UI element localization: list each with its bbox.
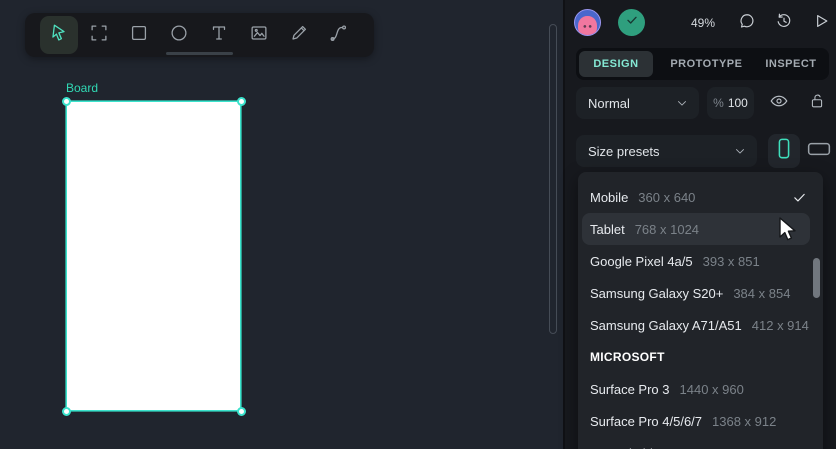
size-presets-select[interactable]: Size presets — [576, 135, 757, 167]
visibility-toggle[interactable] — [767, 91, 791, 115]
panel-tabs: DESIGN PROTOTYPE INSPECT — [576, 48, 829, 80]
zoom-level[interactable]: 49% — [680, 16, 726, 30]
pencil-tool-icon — [288, 22, 310, 49]
check-icon — [792, 190, 807, 205]
resize-handle-top-left[interactable] — [62, 97, 71, 106]
lock-toggle[interactable] — [805, 91, 829, 115]
ellipse-tool-icon — [168, 22, 190, 49]
resize-handle-bottom-left[interactable] — [62, 407, 71, 416]
path-tool-icon — [328, 22, 350, 49]
play-button[interactable] — [810, 12, 832, 34]
phone-portrait-icon — [773, 136, 795, 167]
saved-status-button[interactable] — [618, 9, 645, 36]
canvas-vertical-scrollbar[interactable] — [549, 24, 557, 334]
chevron-down-icon — [675, 96, 689, 110]
image-tool-button[interactable] — [240, 16, 278, 54]
menu-scrollbar-thumb[interactable] — [813, 258, 820, 298]
resize-handle-top-right[interactable] — [237, 97, 246, 106]
board-artboard[interactable] — [66, 101, 241, 411]
avatar[interactable] — [574, 9, 601, 36]
preset-option-remarkable[interactable]: ReMarkable — [578, 437, 823, 449]
opacity-input[interactable]: % 100 — [707, 87, 754, 119]
preset-option-surface-pro-3[interactable]: Surface Pro 3 1440 x 960 — [578, 373, 823, 405]
canvas-viewport[interactable]: Board — [0, 0, 563, 449]
penpot-app: Board 49% DESIGN PROTOTYPE INSPECT Norma — [0, 0, 836, 449]
size-presets-label: Size presets — [588, 143, 660, 159]
board-name-label[interactable]: Board — [66, 81, 98, 95]
rectangle-tool-icon — [128, 22, 150, 49]
history-icon — [774, 11, 794, 36]
pointer-tool-button[interactable] — [40, 16, 78, 54]
comments-button[interactable] — [736, 12, 758, 34]
preset-option-mobile[interactable]: Mobile 360 x 640 — [578, 181, 823, 213]
path-tool-button[interactable] — [320, 16, 358, 54]
history-button[interactable] — [773, 12, 795, 34]
ellipse-tool-button[interactable] — [160, 16, 198, 54]
tool-toolbar — [25, 13, 374, 57]
text-tool-icon — [208, 22, 230, 49]
toolbar-drag-handle[interactable] — [166, 52, 233, 55]
orientation-landscape-button[interactable] — [805, 139, 833, 163]
tab-inspect[interactable]: INSPECT — [756, 51, 826, 77]
rectangle-tool-button[interactable] — [120, 16, 158, 54]
preset-option-pixel[interactable]: Google Pixel 4a/5 393 x 851 — [578, 245, 823, 277]
preset-option-galaxy-a71[interactable]: Samsung Galaxy A71/A51 412 x 914 — [578, 309, 823, 341]
board-tool-icon — [88, 22, 110, 49]
comments-icon — [737, 11, 757, 36]
blend-mode-value: Normal — [588, 95, 630, 111]
resize-handle-bottom-right[interactable] — [237, 407, 246, 416]
opacity-value: 100 — [727, 96, 748, 110]
percent-sign: % — [713, 96, 724, 110]
text-tool-button[interactable] — [200, 16, 238, 54]
preset-section-microsoft: MICROSOFT — [590, 350, 665, 364]
image-tool-icon — [248, 22, 270, 49]
size-presets-menu: Mobile 360 x 640 Tablet 768 x 1024 Googl… — [578, 172, 823, 449]
orientation-portrait-button[interactable] — [768, 134, 800, 168]
preset-option-surface-pro-4567[interactable]: Surface Pro 4/5/6/7 1368 x 912 — [578, 405, 823, 437]
phone-landscape-icon — [806, 140, 832, 163]
saved-check-icon — [624, 12, 640, 33]
blend-mode-select[interactable]: Normal — [576, 87, 699, 119]
pencil-tool-button[interactable] — [280, 16, 318, 54]
preset-option-tablet[interactable]: Tablet 768 x 1024 — [582, 213, 810, 245]
unlock-icon — [807, 91, 827, 116]
chevron-down-icon — [733, 144, 747, 158]
eye-icon — [768, 90, 790, 117]
preset-option-galaxy-s20[interactable]: Samsung Galaxy S20+ 384 x 854 — [578, 277, 823, 309]
pointer-tool-icon — [48, 22, 70, 49]
tab-prototype[interactable]: PROTOTYPE — [661, 51, 752, 77]
board-tool-button[interactable] — [80, 16, 118, 54]
tab-design[interactable]: DESIGN — [579, 51, 653, 77]
play-icon — [811, 11, 831, 36]
